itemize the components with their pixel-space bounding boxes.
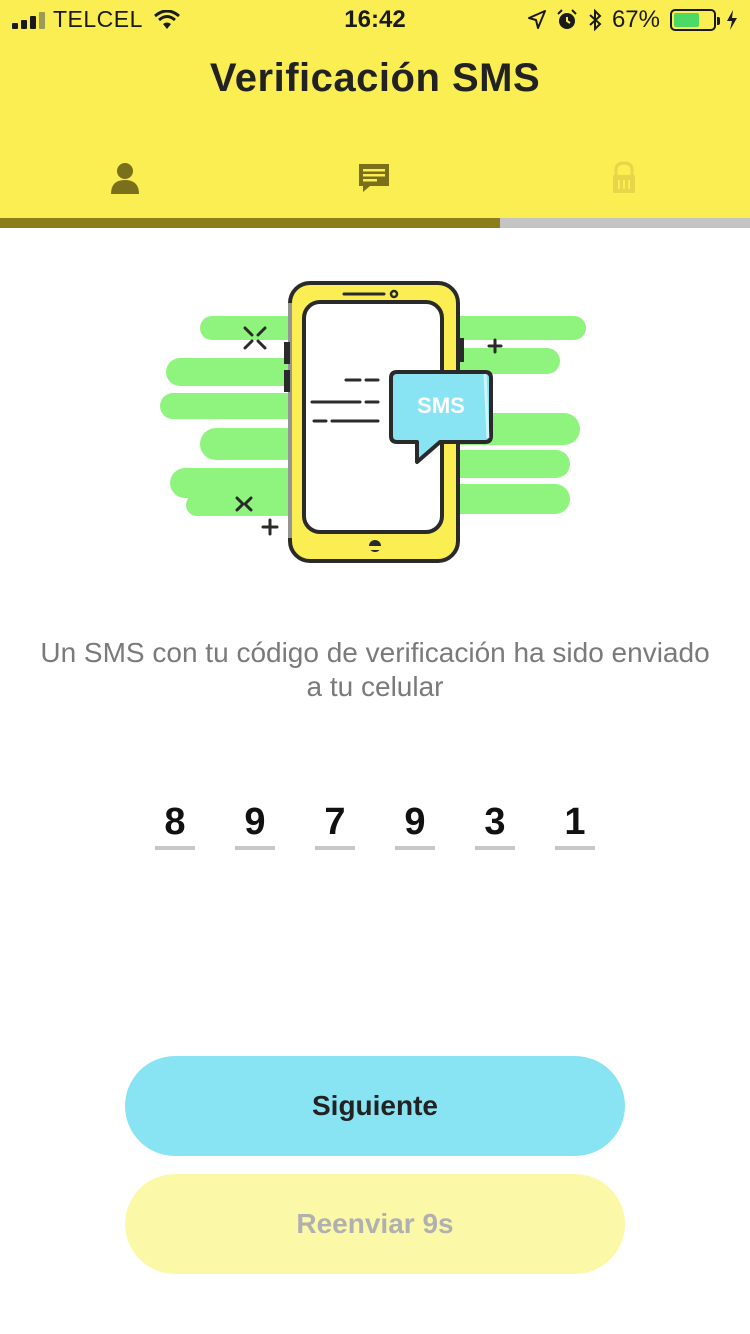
code-digit-2[interactable]: 9 [235, 800, 275, 852]
code-digit-5[interactable]: 3 [475, 800, 515, 852]
code-digit-1[interactable]: 8 [155, 800, 195, 852]
lock-icon [613, 161, 635, 193]
status-right: 67% [527, 6, 738, 34]
code-digit-6[interactable]: 1 [555, 800, 595, 852]
battery-icon [670, 9, 720, 31]
status-bar: TELCEL 16:42 67% [0, 0, 750, 40]
message-icon [359, 164, 389, 192]
alarm-icon [557, 9, 577, 29]
sms-phone-illustration: SMS [160, 281, 586, 563]
verification-code[interactable]: 8 9 7 9 3 1 [155, 800, 595, 852]
resend-button[interactable]: Reenviar 9s [125, 1174, 625, 1274]
code-digit-3[interactable]: 7 [315, 800, 355, 852]
progress-bar [0, 218, 750, 228]
verification-message: Un SMS con tu código de verificación ha … [40, 637, 710, 702]
location-icon [527, 10, 546, 29]
step-indicator [0, 150, 750, 210]
battery-percent: 67% [611, 6, 660, 33]
bluetooth-icon [589, 9, 602, 31]
charging-icon [727, 10, 737, 30]
page-title: Verificación SMS [209, 56, 541, 100]
user-icon [111, 163, 139, 194]
next-button[interactable]: Siguiente [125, 1056, 625, 1156]
code-digit-4[interactable]: 9 [395, 800, 435, 852]
progress-fill [0, 218, 501, 228]
app-header: TELCEL 16:42 67% Verificación SMS [0, 0, 750, 218]
sms-bubble-label: SMS [417, 393, 465, 418]
